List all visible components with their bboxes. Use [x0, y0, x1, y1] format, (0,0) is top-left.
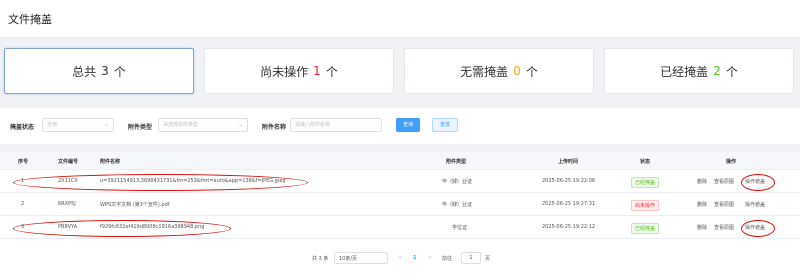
type-select[interactable]: 请选择附件类型 ⌄	[158, 118, 248, 132]
delete-button[interactable]: 删除	[697, 224, 707, 231]
card-label: 无需掩盖	[460, 64, 509, 79]
total-count: 共 3 条	[312, 256, 329, 262]
card-pending[interactable]: 尚未操作 1 个	[204, 48, 394, 94]
page-number-1[interactable]: 1	[413, 255, 416, 261]
annotation-circle	[13, 220, 231, 237]
prev-page-button[interactable]: <	[398, 255, 402, 261]
type-select-placeholder: 请选择附件类型	[163, 122, 199, 128]
cover-operation-button[interactable]: 操作遮盖	[745, 201, 765, 208]
view-original-button[interactable]: 查看原图	[714, 201, 734, 208]
status-select-value: 全部	[47, 122, 58, 128]
status-filter-label: 掩盖状态	[10, 124, 35, 131]
goto-page-value: 1	[469, 255, 473, 261]
card-count: 3	[101, 64, 109, 78]
page-unit: 页	[485, 256, 491, 262]
col-time: 上传时间	[558, 159, 579, 165]
filter-bar: 掩盖状态 全部 ⌄ 附件类型 请选择附件类型 ⌄ 附件名称 请输入附件名称 查询…	[0, 108, 800, 144]
view-original-button[interactable]: 查看原图	[714, 178, 734, 185]
name-input-placeholder: 请输入附件名称	[295, 122, 331, 128]
card-count: 1	[313, 64, 321, 78]
col-index: 序号	[18, 159, 29, 165]
card-unit: 个	[325, 64, 338, 79]
status-select[interactable]: 全部 ⌄	[42, 118, 114, 132]
cell-type: 毕（肄）业证	[442, 179, 473, 185]
card-label: 总共	[72, 64, 97, 79]
annotation-circle	[741, 174, 775, 191]
card-count: 0	[513, 64, 521, 78]
annotation-circle	[741, 220, 775, 237]
chevron-down-icon: ⌄	[237, 121, 243, 128]
name-filter-label: 附件名称	[262, 124, 287, 131]
col-ops: 操作	[726, 159, 737, 165]
card-covered[interactable]: 已经掩盖 2 个	[604, 48, 794, 94]
card-count: 2	[713, 64, 721, 78]
file-table: 序号 文件编号 附件名称 附件类型 上传时间 状态 操作 1 2X11C0 u=…	[0, 152, 800, 244]
page-header: 文件掩盖	[0, 0, 800, 38]
card-label: 尚未操作	[260, 64, 309, 79]
card-no-need[interactable]: 无需掩盖 0 个	[404, 48, 594, 94]
status-badge: 已经掩盖	[631, 223, 660, 234]
card-unit: 个	[113, 64, 126, 79]
card-label: 已经掩盖	[660, 64, 709, 79]
cell-time: 2025-06-25 19:27:31	[542, 201, 596, 207]
summary-cards: 总共 3 个 尚未操作 1 个 无需掩盖 0 个 已经掩盖 2 个	[0, 44, 800, 98]
cell-type: 毕（肄）业证	[442, 202, 473, 208]
table-header: 序号 文件编号 附件名称 附件类型 上传时间 状态 操作	[0, 152, 800, 170]
col-status: 状态	[640, 159, 651, 165]
card-total[interactable]: 总共 3 个	[4, 48, 194, 94]
page-title: 文件掩盖	[8, 13, 52, 26]
type-filter-label: 附件类型	[128, 124, 153, 131]
cell-code: 6RXP5J	[58, 201, 76, 207]
pagination: 共 3 条 10条/页 < 1 > 前往 1 页	[0, 244, 800, 274]
status-badge: 已经掩盖	[631, 177, 660, 188]
cell-time: 2025-06-25 19:22:12	[542, 224, 596, 230]
cell-index: 2	[21, 201, 25, 207]
card-unit: 个	[525, 64, 538, 79]
next-page-button[interactable]: >	[428, 255, 432, 261]
col-code: 文件编号	[58, 159, 79, 165]
page-size-select[interactable]: 10条/页	[334, 252, 388, 264]
card-unit: 个	[725, 64, 738, 79]
cell-type: 学位证	[452, 225, 468, 231]
cell-name: WPS文字文档 (第3个宣件).pdf	[100, 202, 170, 208]
chevron-down-icon: ⌄	[103, 121, 109, 128]
view-original-button[interactable]: 查看原图	[714, 224, 734, 231]
col-name: 附件名称	[100, 159, 121, 165]
reset-button[interactable]: 重置	[432, 118, 458, 132]
status-badge: 尚未操作	[631, 200, 660, 211]
col-type: 附件类型	[446, 159, 467, 165]
annotation-circle	[13, 174, 308, 191]
goto-page-input[interactable]: 1	[461, 252, 481, 264]
search-button[interactable]: 查询	[396, 118, 420, 132]
name-input[interactable]: 请输入附件名称	[290, 118, 382, 132]
delete-button[interactable]: 删除	[697, 201, 707, 208]
table-row: 2 6RXP5J WPS文字文档 (第3个宣件).pdf 毕（肄）业证 2025…	[0, 193, 800, 216]
page-size-value: 10条/页	[339, 256, 358, 262]
goto-label: 前往	[442, 256, 453, 262]
cell-time: 2025-06-25 19:22:08	[542, 178, 596, 184]
delete-button[interactable]: 删除	[697, 178, 707, 185]
